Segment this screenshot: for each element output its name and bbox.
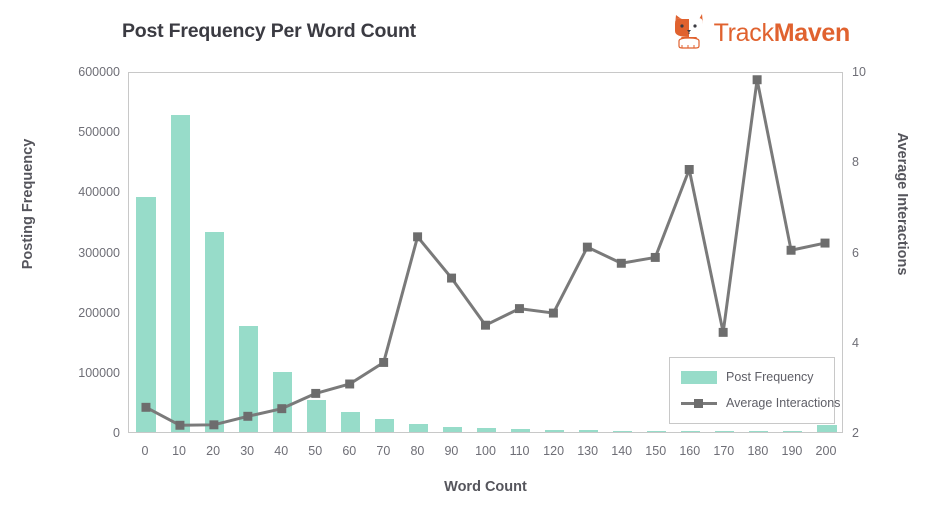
y-axis-right-tick-label: 10 bbox=[852, 65, 866, 79]
y-axis-left-tick-label: 200000 bbox=[78, 305, 120, 320]
legend-item-average-interactions: Average Interactions bbox=[681, 393, 840, 413]
line-marker bbox=[209, 420, 219, 430]
line-marker bbox=[345, 379, 355, 389]
x-axis-title: Word Count bbox=[444, 479, 527, 495]
x-axis-tick-label: 150 bbox=[645, 444, 667, 458]
legend-label-post-frequency: Post Frequency bbox=[726, 370, 814, 384]
y-axis-right-tick-label: 2 bbox=[852, 426, 859, 440]
y-axis-left-tick-label: 600000 bbox=[78, 65, 120, 79]
line-marker bbox=[582, 242, 592, 252]
line-marker bbox=[548, 308, 558, 318]
page-title: Post Frequency Per Word Count bbox=[122, 20, 416, 42]
line-marker bbox=[277, 404, 287, 414]
brand-name-light: Track bbox=[713, 19, 774, 47]
x-axis-tick-label: 120 bbox=[543, 444, 565, 458]
y-axis-right-tick-label: 4 bbox=[852, 335, 859, 350]
line-marker bbox=[175, 420, 185, 430]
y-axis-right-tick-label: 8 bbox=[852, 155, 859, 170]
trackmaven-logo: TrackMaven bbox=[670, 13, 850, 54]
y-axis-right-ticks: 2 4 6 8 10 bbox=[852, 65, 896, 440]
x-axis-tick-label: 80 bbox=[410, 444, 425, 458]
line-marker bbox=[243, 411, 253, 421]
chart-legend: Post Frequency Average Interactions bbox=[669, 357, 840, 424]
legend-label-average-interactions: Average Interactions bbox=[726, 396, 841, 410]
x-axis-tick-label: 40 bbox=[274, 444, 289, 458]
brand-wordmark: TrackMaven bbox=[713, 19, 851, 48]
x-axis-tick-label: 160 bbox=[679, 444, 701, 458]
y-axis-left-tick-label: 100000 bbox=[78, 365, 120, 380]
x-axis-tick-label: 0 bbox=[141, 444, 149, 458]
brand-name-bold: Maven bbox=[773, 19, 851, 47]
y-axis-left-tick-label: 0 bbox=[113, 426, 120, 440]
x-axis-tick-label: 70 bbox=[376, 444, 391, 458]
line-marker bbox=[413, 232, 423, 242]
line-marker bbox=[514, 304, 524, 314]
line-marker bbox=[752, 75, 762, 85]
y-axis-right-title: Average Interactions bbox=[894, 132, 910, 276]
line-marker bbox=[786, 245, 796, 255]
x-axis-tick-label: 30 bbox=[240, 444, 255, 458]
legend-item-post-frequency: Post Frequency bbox=[681, 367, 823, 387]
y-axis-left-ticks: 0 100000 200000 300000 400000 500000 600000 bbox=[48, 65, 120, 440]
x-axis-tick-label: 20 bbox=[206, 444, 221, 458]
corgi-dog-icon bbox=[670, 13, 708, 54]
x-axis-tick-label: 180 bbox=[747, 444, 769, 458]
x-axis-tick-label: 50 bbox=[308, 444, 323, 458]
x-axis-ticks: 0 10 20 30 40 50 60 70 80 90 100 110 120 130 140 150 160… bbox=[128, 444, 843, 464]
line-marker bbox=[141, 402, 151, 412]
line-marker bbox=[820, 238, 830, 248]
x-axis-tick-label: 200 bbox=[815, 444, 837, 458]
y-axis-left-tick-label: 500000 bbox=[78, 125, 120, 140]
y-axis-left-title: Posting Frequency bbox=[20, 138, 36, 270]
x-axis-tick-label: 110 bbox=[509, 444, 530, 458]
legend-swatch-bar-icon bbox=[681, 370, 717, 384]
legend-swatch-line-icon bbox=[681, 397, 717, 410]
x-axis-tick-label: 10 bbox=[172, 444, 187, 458]
y-axis-left-tick-label: 400000 bbox=[78, 185, 120, 200]
chart-header: Post Frequency Per Word Count TrackMaven bbox=[0, 0, 934, 62]
x-axis-tick-label: 130 bbox=[577, 444, 599, 458]
line-marker bbox=[311, 388, 321, 398]
line-marker bbox=[684, 165, 694, 174]
x-axis-tick-label: 90 bbox=[444, 444, 459, 458]
line-marker bbox=[718, 327, 728, 337]
line-marker bbox=[447, 273, 457, 283]
y-axis-right-tick-label: 6 bbox=[852, 245, 859, 260]
line-marker bbox=[616, 258, 626, 268]
line-marker bbox=[379, 357, 389, 367]
x-axis-tick-label: 100 bbox=[475, 444, 496, 458]
y-axis-left-tick-label: 300000 bbox=[78, 245, 120, 260]
x-axis-tick-label: 170 bbox=[713, 444, 735, 458]
line-marker bbox=[650, 252, 660, 262]
x-axis-tick-label: 140 bbox=[611, 444, 633, 458]
x-axis-tick-label: 190 bbox=[781, 444, 803, 458]
x-axis-tick-label: 60 bbox=[342, 444, 357, 458]
line-marker bbox=[481, 320, 490, 330]
